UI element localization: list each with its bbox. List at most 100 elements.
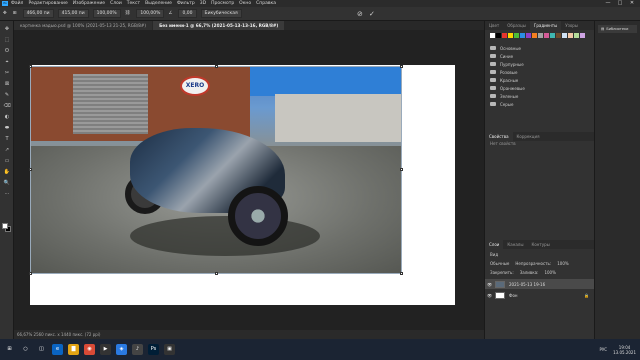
link-icon[interactable]: ⛓ [125, 11, 131, 16]
angle-field[interactable]: 0,00 [178, 9, 197, 18]
taskbar-app-icon[interactable]: ◉ [84, 344, 95, 355]
blend-mode-select[interactable]: Обычные [490, 261, 509, 266]
menu-layers[interactable]: Слои [110, 1, 122, 6]
menu-view[interactable]: Просмотр [211, 1, 234, 6]
gradient-swatch[interactable] [556, 33, 561, 38]
gradient-swatch[interactable] [550, 33, 555, 38]
interpolation-select[interactable]: Бикубическая [200, 9, 242, 18]
tool-icon[interactable]: ✋ [0, 168, 14, 176]
taskbar-app-icon[interactable]: ▣ [164, 344, 175, 355]
gradient-swatch[interactable] [562, 33, 567, 38]
opacity-field[interactable]: 100% [557, 261, 568, 266]
layer-row[interactable]: 👁 2021-05-13 19-16 [485, 279, 595, 289]
tab-paths[interactable]: Контуры [527, 240, 553, 249]
gradient-swatch[interactable] [526, 33, 531, 38]
height-field[interactable]: 100,00% [136, 9, 165, 18]
tool-icon[interactable]: 🔍 [0, 179, 14, 187]
menu-window[interactable]: Окно [239, 1, 251, 6]
taskbar-app-icon[interactable]: ⊞ [4, 344, 15, 355]
gradient-swatch[interactable] [574, 33, 579, 38]
width-field[interactable]: 100,00% [92, 9, 121, 18]
menu-image[interactable]: Изображение [73, 1, 105, 6]
taskbar-app-icon[interactable]: ○ [20, 344, 31, 355]
taskbar-app-icon[interactable]: Ps [148, 344, 159, 355]
transform-bounding-box[interactable] [30, 66, 402, 274]
gradient-swatch[interactable] [490, 33, 495, 38]
tool-icon[interactable]: ↗ [0, 146, 14, 154]
tool-icon[interactable]: ⬬ [0, 124, 14, 132]
taskbar-app-icon[interactable]: ♪ [132, 344, 143, 355]
transform-handle-tl[interactable] [29, 65, 32, 68]
gradient-folder[interactable]: Серые [490, 100, 589, 108]
eye-icon[interactable]: 👁 [487, 293, 492, 298]
menu-text[interactable]: Текст [127, 1, 140, 6]
taskbar-app-icon[interactable]: ▇ [68, 344, 79, 355]
language-indicator[interactable]: РУС [599, 347, 607, 352]
tool-icon[interactable]: ✂ [0, 69, 14, 77]
tool-icon[interactable]: ✥ [0, 25, 14, 33]
libraries-button[interactable]: ▤ Библиотеки [598, 25, 637, 33]
tool-icon[interactable]: T [0, 135, 14, 143]
gradient-folder[interactable]: Основные [490, 44, 589, 52]
menu-help[interactable]: Справка [256, 1, 276, 6]
tab-patterns[interactable]: Узоры [561, 21, 582, 30]
tool-icon[interactable]: ◐ [0, 113, 14, 121]
fill-field[interactable]: 100% [544, 270, 555, 275]
gradient-swatch[interactable] [502, 33, 507, 38]
gradient-swatch[interactable] [544, 33, 549, 38]
x-field[interactable]: 466,00 пи [22, 9, 54, 18]
tool-icon[interactable]: ▭ [0, 157, 14, 165]
gradient-swatch[interactable] [496, 33, 501, 38]
transform-handle-br[interactable] [400, 272, 403, 275]
tab-document-2[interactable]: Без имени-1 @ 66,7% (2021-05-13-13-16, R… [153, 21, 285, 30]
gradient-folder[interactable]: Розовые [490, 68, 589, 76]
tab-layers[interactable]: Слои [485, 240, 504, 249]
taskbar-app-icon[interactable]: ◫ [36, 344, 47, 355]
menu-select[interactable]: Выделение [145, 1, 172, 6]
gradient-folder[interactable]: Пурпурные [490, 60, 589, 68]
eye-icon[interactable]: 👁 [487, 282, 492, 287]
transform-handle-bl[interactable] [29, 272, 32, 275]
gradient-swatch[interactable] [508, 33, 513, 38]
menu-3d[interactable]: 3D [200, 1, 206, 6]
tab-channels[interactable]: Каналы [503, 240, 527, 249]
tab-properties[interactable]: Свойства [485, 132, 513, 141]
gradient-swatch[interactable] [520, 33, 525, 38]
gradient-folder[interactable]: Синие [490, 52, 589, 60]
menu-filter[interactable]: Фильтр [177, 1, 195, 6]
tab-color[interactable]: Цвет [485, 21, 503, 30]
y-field[interactable]: 415,00 пи [57, 9, 89, 18]
gradient-folder[interactable]: Зеленые [490, 92, 589, 100]
tab-document-1[interactable]: картинка мадью.psd @ 100% (2021-05-13 21… [14, 21, 153, 30]
gradient-swatch[interactable] [568, 33, 573, 38]
tool-icon[interactable]: ⬚ [0, 36, 14, 44]
taskbar-app-icon[interactable]: ▶ [100, 344, 111, 355]
gradient-swatch[interactable] [514, 33, 519, 38]
minimize-button[interactable]: — [602, 0, 614, 6]
gradient-swatch[interactable] [532, 33, 537, 38]
tab-adjustments[interactable]: Коррекция [513, 132, 544, 141]
tab-swatches[interactable]: Образцы [503, 21, 530, 30]
transform-handle-r[interactable] [400, 168, 403, 171]
cancel-transform-icon[interactable]: ⊘ [357, 10, 363, 18]
transform-handle-tr[interactable] [400, 65, 403, 68]
gradient-swatch[interactable] [580, 33, 585, 38]
tool-icon[interactable]: ⋯ [0, 190, 14, 198]
clock[interactable]: 19:04 13.05.2021 [613, 345, 636, 355]
transform-handle-b[interactable] [215, 272, 218, 275]
gradient-folder[interactable]: Красные [490, 76, 589, 84]
layer-row[interactable]: 👁 Фон 🔒 [485, 290, 595, 300]
taskbar-app-icon[interactable]: ◈ [116, 344, 127, 355]
transform-handle-t[interactable] [215, 65, 218, 68]
menu-edit[interactable]: Редактирование [28, 1, 67, 6]
taskbar-app-icon[interactable]: e [52, 344, 63, 355]
layer-filter-select[interactable]: Вид [490, 252, 498, 257]
gradient-swatch[interactable] [538, 33, 543, 38]
foreground-color-swatch[interactable] [2, 223, 8, 229]
tool-icon[interactable]: ⊠ [0, 80, 14, 88]
reference-point-icon[interactable]: ⊞ [13, 11, 17, 16]
tool-icon[interactable]: ⌖ [0, 58, 14, 66]
maximize-button[interactable]: □ [614, 0, 626, 6]
tool-icon[interactable]: ✎ [0, 91, 14, 99]
tool-icon[interactable]: ⌫ [0, 102, 14, 110]
